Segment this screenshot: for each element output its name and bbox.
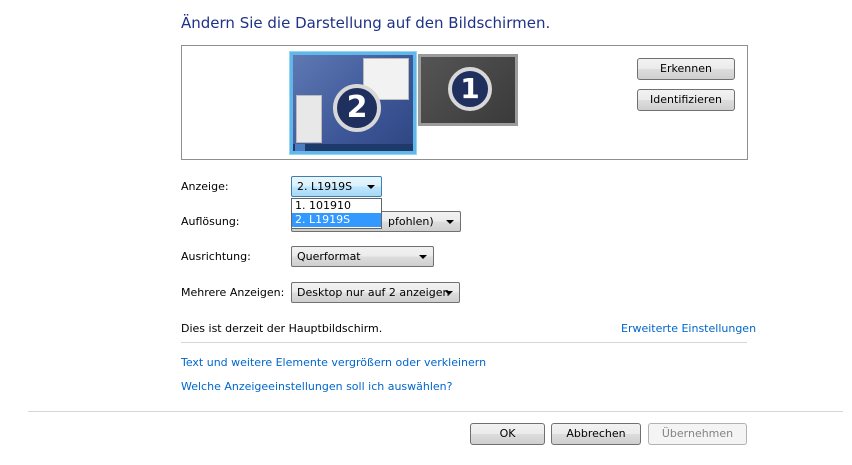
chevron-down-icon <box>419 255 427 259</box>
multiple-displays-select[interactable]: Desktop nur auf 2 anzeigen <box>291 282 460 303</box>
display-label: Anzeige: <box>181 180 229 193</box>
divider <box>181 342 747 343</box>
dropdown-option-selected[interactable]: 2. L1919S <box>292 213 381 227</box>
display-select-value: 2. L1919S <box>297 180 353 193</box>
monitor-preview-area[interactable]: 2 1 Erkennen Identifizieren <box>181 45 748 160</box>
which-settings-link[interactable]: Welche Anzeigeeinstellungen soll ich aus… <box>181 380 453 393</box>
orientation-select-value: Querformat <box>297 250 361 263</box>
mini-taskbar <box>293 144 413 151</box>
ok-button[interactable]: OK <box>470 423 545 445</box>
dropdown-option[interactable]: 1. 101910 <box>292 199 381 213</box>
detect-button[interactable]: Erkennen <box>637 58 735 80</box>
page-title: Ändern Sie die Darstellung auf den Bilds… <box>181 14 551 32</box>
text-size-link[interactable]: Text und weitere Elemente vergrößern ode… <box>181 356 486 369</box>
mini-start-menu <box>296 95 322 143</box>
cancel-button[interactable]: Abbrechen <box>551 423 641 445</box>
display-select[interactable]: 2. L1919S <box>291 176 382 197</box>
resolution-select-value: pfohlen) <box>388 215 434 228</box>
apply-button[interactable]: Übernehmen <box>648 423 747 445</box>
multiple-displays-select-value: Desktop nur auf 2 anzeigen <box>297 286 450 299</box>
display-dropdown-list[interactable]: 1. 101910 2. L1919S <box>291 198 382 229</box>
identify-button[interactable]: Identifizieren <box>637 89 735 111</box>
monitor-1-thumbnail[interactable]: 1 <box>418 54 518 126</box>
monitor-number-2: 2 <box>333 84 381 132</box>
primary-display-status: Dies ist derzeit der Hauptbildschirm. <box>181 322 383 335</box>
chevron-down-icon <box>446 220 454 224</box>
multiple-displays-label: Mehrere Anzeigen: <box>181 286 285 299</box>
monitor-2-thumbnail[interactable]: 2 <box>290 52 416 154</box>
chevron-down-icon <box>367 185 375 189</box>
resolution-label: Auflösung: <box>181 215 240 228</box>
footer-divider <box>28 411 843 412</box>
advanced-settings-link[interactable]: Erweiterte Einstellungen <box>621 322 756 335</box>
orientation-label: Ausrichtung: <box>181 250 251 263</box>
orientation-select[interactable]: Querformat <box>291 246 434 267</box>
chevron-down-icon <box>445 291 453 295</box>
monitor-number-1: 1 <box>448 67 492 111</box>
